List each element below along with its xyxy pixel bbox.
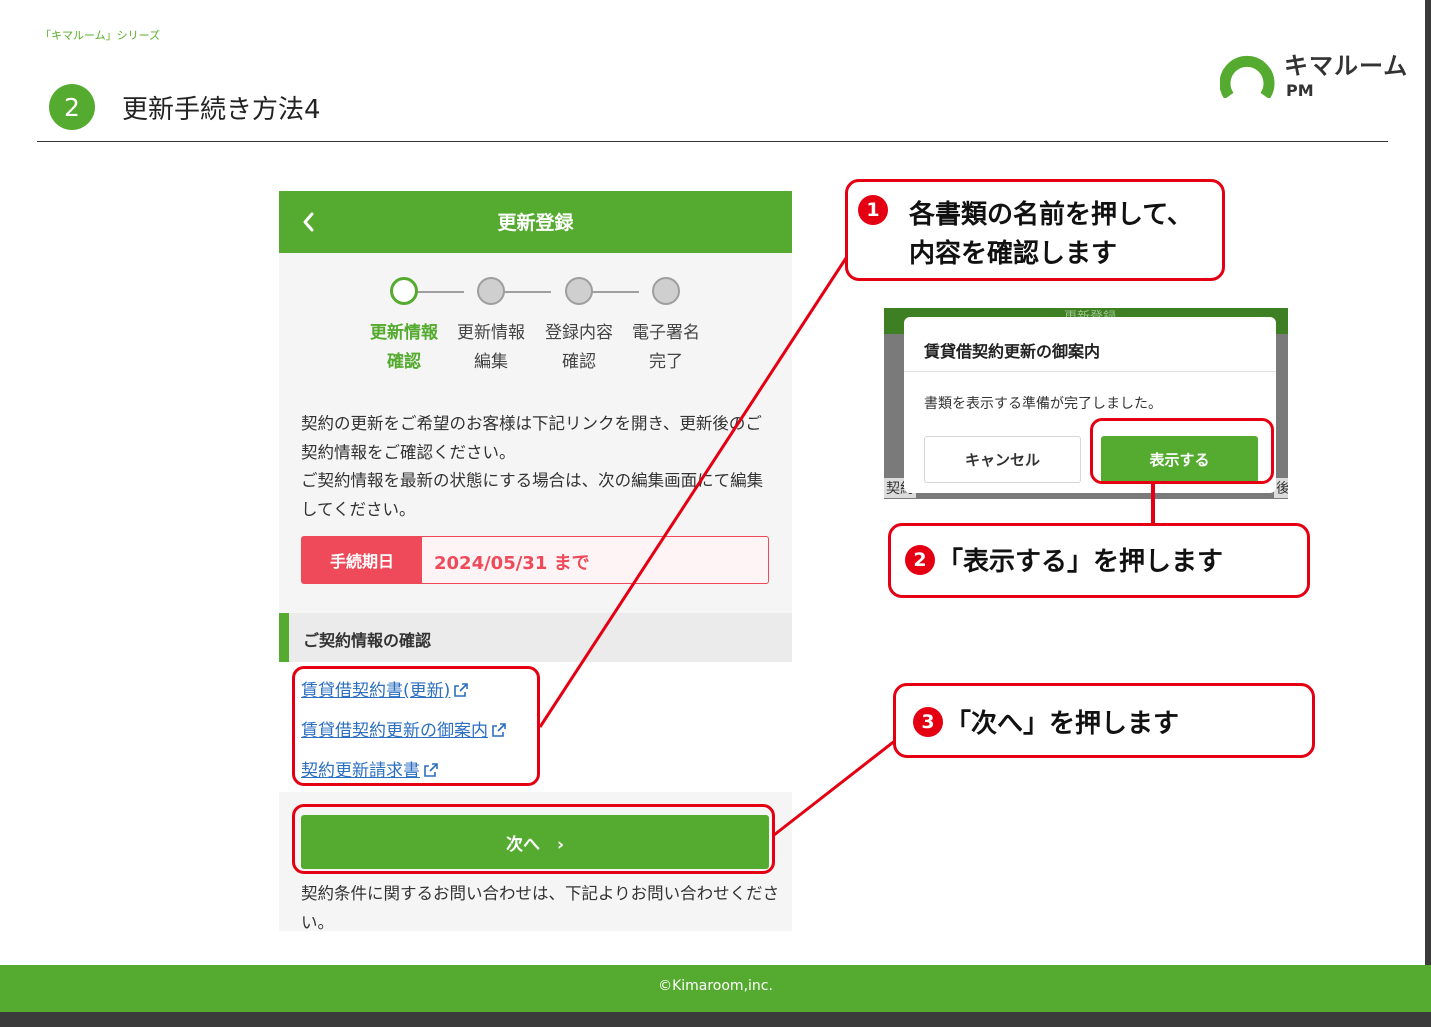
bottom-strip [0, 1012, 1431, 1027]
callout-2-text: 「表示する」を押します [937, 547, 1224, 577]
next-button-highlight [292, 804, 775, 874]
callout-2-number: 2 [905, 545, 935, 575]
show-button-highlight [1090, 418, 1274, 484]
copyright: ©Kimaroom,inc. [658, 978, 773, 994]
links-highlight [292, 666, 540, 786]
callout-1-number: 1 [858, 195, 888, 225]
callout-1-line1: 各書類の名前を押して、 [909, 200, 1193, 230]
footer-bar: ©Kimaroom,inc. [0, 965, 1431, 1012]
callout-3-number: 3 [913, 707, 943, 737]
callout-3-text: 「次へ」を押します [945, 709, 1180, 739]
callout-1-line2: 内容を確認します [909, 239, 1118, 269]
